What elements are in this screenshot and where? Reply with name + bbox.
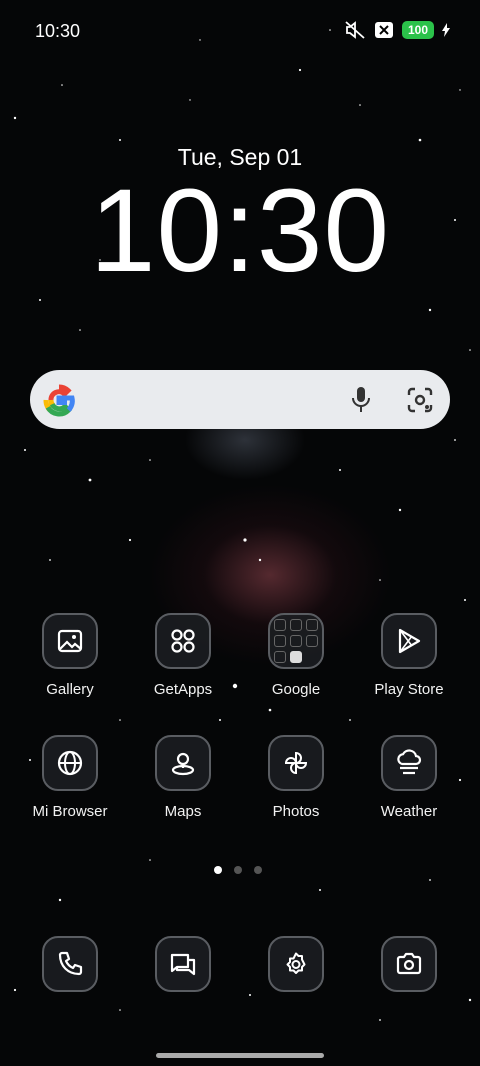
dock-settings[interactable] (241, 936, 351, 992)
page-dot-active (214, 866, 222, 874)
lens-icon[interactable] (406, 386, 434, 414)
app-photos[interactable]: Photos (241, 735, 351, 820)
mute-icon (345, 21, 365, 39)
gallery-icon (42, 613, 98, 669)
maps-icon (155, 735, 211, 791)
dock-messages[interactable] (128, 936, 238, 992)
app-label: Mi Browser (32, 803, 108, 820)
app-maps[interactable]: Maps (128, 735, 238, 820)
status-time: 10:30 (35, 21, 81, 41)
charging-icon (442, 23, 450, 37)
battery-icon: 100 (401, 21, 434, 39)
app-label: Maps (164, 803, 202, 820)
dock-camera[interactable] (354, 936, 464, 992)
getapps-icon (155, 613, 211, 669)
mic-icon[interactable] (348, 386, 374, 414)
app-label: Weather (380, 803, 438, 820)
home-indicator[interactable] (156, 1053, 324, 1058)
play-store-icon (381, 613, 437, 669)
settings-icon (268, 936, 324, 992)
google-logo-icon (43, 384, 75, 417)
page-indicator (214, 866, 262, 874)
page-dot (234, 866, 242, 874)
status-icons: 100 (344, 20, 450, 40)
app-label: GetApps (153, 681, 213, 698)
app-weather[interactable]: Weather (354, 735, 464, 820)
lock-clock: 10:30 (89, 165, 391, 297)
app-getapps[interactable]: GetApps (128, 613, 238, 698)
app-label: Gallery (46, 681, 94, 698)
close-notification-icon (374, 22, 393, 38)
app-play-store[interactable]: Play Store (354, 613, 464, 698)
dock-phone[interactable] (15, 936, 125, 992)
app-mi-browser[interactable]: Mi Browser (15, 735, 125, 820)
photos-icon (268, 735, 324, 791)
app-label: Google (271, 681, 321, 698)
browser-icon (42, 735, 98, 791)
page-dot (254, 866, 262, 874)
app-gallery[interactable]: Gallery (15, 613, 125, 698)
messages-icon (155, 936, 211, 992)
google-folder-icon (268, 613, 324, 669)
app-label: Photos (272, 803, 320, 820)
phone-icon (42, 936, 98, 992)
app-google-folder[interactable]: Google (241, 613, 351, 698)
status-bar: 10:30 100 (0, 0, 480, 62)
camera-icon (381, 936, 437, 992)
weather-icon (381, 735, 437, 791)
app-label: Play Store (374, 681, 444, 698)
google-search-bar[interactable] (30, 370, 450, 429)
